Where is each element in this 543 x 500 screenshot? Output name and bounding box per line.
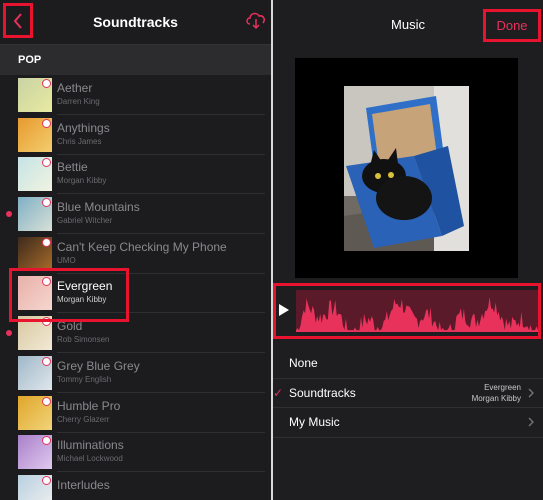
track-row[interactable]: Anythings Chris James — [0, 115, 271, 155]
download-badge-icon — [42, 158, 51, 168]
download-badge-icon — [42, 317, 51, 327]
done-button[interactable]: Done — [483, 9, 541, 42]
track-info: Can't Keep Checking My Phone UMO — [57, 239, 265, 274]
cat-in-box-photo — [344, 86, 469, 251]
track-name: Can't Keep Checking My Phone — [57, 239, 227, 254]
album-art — [18, 276, 52, 311]
track-name: Grey Blue Grey — [57, 358, 140, 373]
track-row[interactable]: Gold Rob Simonsen — [0, 313, 271, 354]
track-row[interactable]: Interludes — [0, 472, 271, 500]
page-title: Soundtracks — [93, 14, 178, 30]
download-badge-icon — [42, 436, 51, 446]
track-artist: Darren King — [57, 97, 100, 106]
video-preview[interactable] — [295, 58, 518, 278]
track-row[interactable]: Aether Darren King — [0, 75, 271, 115]
soundtracks-panel: Soundtracks POP Aether Darren King Anythin… — [0, 0, 271, 500]
album-art — [18, 395, 52, 430]
track-name: Bettie — [57, 160, 88, 175]
track-row[interactable]: Illuminations Michael Lockwood — [0, 432, 271, 473]
track-name: Aether — [57, 81, 93, 95]
option-label: None — [289, 356, 318, 371]
checkmark-icon: ✓ — [273, 385, 284, 400]
download-badge-icon — [42, 237, 51, 247]
track-name: Gold — [57, 319, 83, 334]
track-info: Illuminations Michael Lockwood — [57, 437, 265, 473]
track-info: Blue Mountains Gabriel Witcher — [57, 199, 265, 235]
download-badge-icon — [42, 356, 51, 366]
track-info: Anythings Chris James — [57, 120, 265, 155]
album-art — [18, 117, 52, 152]
download-badge-icon — [42, 198, 51, 208]
audio-timeline[interactable] — [273, 283, 541, 339]
album-art — [18, 435, 52, 470]
music-header: Music Done — [273, 0, 543, 45]
album-art — [18, 197, 52, 232]
new-indicator-dot — [6, 329, 12, 336]
option-label: My Music — [289, 415, 340, 430]
track-artist: Morgan Kibby — [57, 176, 107, 186]
album-art — [18, 78, 52, 112]
track-info: Humble Pro Cherry Glazerr — [57, 398, 265, 433]
track-name: Illuminations — [57, 438, 124, 453]
album-art — [18, 474, 52, 500]
new-indicator-dot — [6, 210, 12, 217]
audio-waveform[interactable] — [296, 290, 538, 332]
track-row[interactable]: Humble Pro Cherry Glazerr — [0, 393, 271, 433]
track-name: Interludes — [57, 477, 110, 492]
album-art — [18, 355, 52, 390]
track-artist: Cherry Glazerr — [57, 414, 110, 424]
track-info: Interludes — [57, 477, 265, 500]
track-artist: UMO — [57, 255, 76, 265]
track-list: Aether Darren King Anythings Chris James Bet… — [0, 75, 271, 500]
track-row[interactable]: Evergreen Morgan Kibby — [0, 273, 271, 314]
chevron-right-icon — [528, 417, 534, 427]
section-header-pop: POP — [0, 45, 271, 75]
track-row[interactable]: Can't Keep Checking My Phone UMO — [0, 234, 271, 274]
album-art — [18, 157, 52, 192]
option-value: Evergreen Morgan Kibby — [472, 382, 521, 404]
track-artist: Morgan Kibby — [57, 295, 107, 305]
download-badge-icon — [42, 79, 51, 88]
track-info: Grey Blue Grey Tommy English — [57, 358, 265, 393]
track-artist: Gabriel Witcher — [57, 216, 113, 226]
music-option[interactable]: My Music — [273, 408, 543, 438]
chevron-right-icon — [528, 388, 534, 398]
music-options-list: None ✓ Soundtracks Evergreen Morgan Kibby My … — [273, 349, 543, 438]
play-icon[interactable] — [278, 303, 290, 317]
track-artist: Chris James — [57, 136, 102, 146]
track-name: Humble Pro — [57, 398, 121, 413]
option-label: Soundtracks — [289, 385, 356, 400]
track-artist: Tommy English — [57, 374, 112, 384]
selected-track-name: Evergreen — [484, 382, 521, 392]
soundtracks-header: Soundtracks — [0, 0, 271, 45]
track-info: Bettie Morgan Kibby — [57, 159, 265, 195]
music-option[interactable]: ✓ Soundtracks Evergreen Morgan Kibby — [273, 379, 543, 408]
album-art — [18, 236, 52, 271]
track-artist: Rob Simonsen — [57, 335, 110, 345]
download-badge-icon — [42, 475, 51, 485]
track-artist: Michael Lockwood — [57, 454, 123, 464]
track-name: Blue Mountains — [57, 200, 140, 215]
download-badge-icon — [42, 118, 51, 128]
music-panel: Music Done None ✓ Soundtracks Evergreen … — [273, 0, 543, 500]
music-option[interactable]: None — [273, 349, 543, 379]
track-name: Evergreen — [57, 279, 113, 294]
selected-track-artist: Morgan Kibby — [471, 393, 521, 403]
track-info: Evergreen Morgan Kibby — [57, 278, 265, 314]
download-badge-icon — [42, 277, 51, 287]
cloud-download-icon[interactable] — [245, 10, 267, 30]
track-name: Anythings — [57, 120, 110, 135]
download-badge-icon — [42, 396, 51, 406]
track-row[interactable]: Blue Mountains Gabriel Witcher — [0, 194, 271, 235]
track-row[interactable]: Grey Blue Grey Tommy English — [0, 353, 271, 393]
album-art — [18, 316, 52, 351]
track-row[interactable]: Bettie Morgan Kibby — [0, 154, 271, 195]
track-info: Aether Darren King — [57, 80, 265, 115]
track-info: Gold Rob Simonsen — [57, 318, 265, 354]
